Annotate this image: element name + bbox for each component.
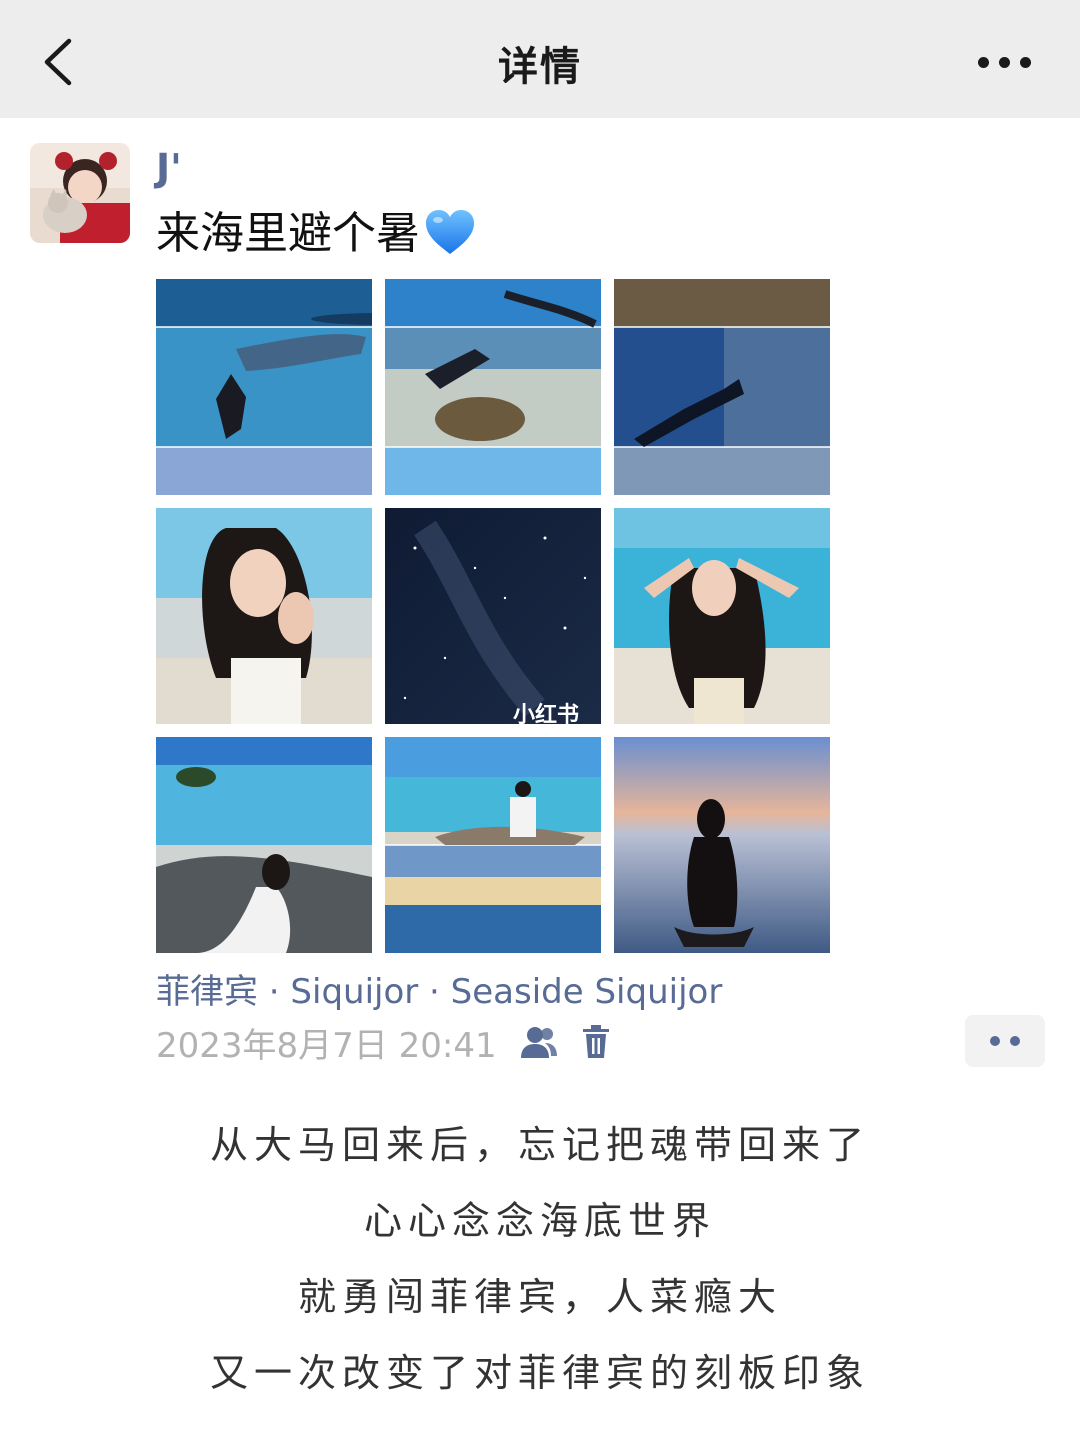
location-link[interactable]: 菲律宾 · Siquijor · Seaside Siquijor	[156, 964, 722, 1013]
photo-thumbnail-6[interactable]	[614, 508, 830, 724]
photo-grid: 小红书	[156, 279, 830, 953]
caption-line-2: 心心念念海底世界	[363, 1199, 716, 1243]
blue-heart-icon	[426, 210, 474, 254]
photo-thumbnail-8[interactable]	[385, 737, 601, 953]
username-link[interactable]: J'	[156, 146, 182, 190]
photo-thumbnail-9[interactable]	[614, 737, 830, 953]
page-title: 详情	[498, 44, 582, 90]
avatar[interactable]	[30, 143, 130, 243]
post-meta: 2023年8月7日 20:41	[156, 1020, 611, 1066]
caption-line-4: 又一次改变了对菲律宾的刻板印象	[209, 1351, 870, 1395]
more-horizontal-icon	[977, 56, 989, 68]
timestamp: 2023年8月7日 20:41	[156, 1025, 497, 1066]
photo-watermark: 小红书	[513, 702, 579, 724]
photo-thumbnail-7[interactable]	[156, 737, 372, 953]
photo-thumbnail-2[interactable]	[385, 279, 601, 495]
more-dot	[998, 56, 1010, 68]
more-button[interactable]	[964, 40, 1044, 84]
friends-visibility-icon[interactable]	[519, 1024, 559, 1060]
nav-bar: 详情	[0, 0, 1080, 118]
photo-thumbnail-3[interactable]	[614, 279, 830, 495]
caption-line-1: 从大马回来后，忘记把魂带回来了	[209, 1123, 870, 1167]
caption-line-3: 就勇闯菲律宾，人菜瘾大	[297, 1275, 782, 1319]
trash-icon[interactable]	[581, 1024, 611, 1060]
photo-thumbnail-5[interactable]: 小红书	[385, 508, 601, 724]
photo-thumbnail-1[interactable]	[156, 279, 372, 495]
post-text: 来海里避个暑	[156, 208, 420, 259]
comment-like-more-icon	[990, 1036, 1000, 1046]
action-dot	[1010, 1036, 1020, 1046]
more-dot	[1019, 56, 1031, 68]
post-text-row: 来海里避个暑	[156, 206, 476, 262]
comment-like-more-button[interactable]	[965, 1015, 1045, 1067]
photo-thumbnail-4[interactable]	[156, 508, 372, 724]
